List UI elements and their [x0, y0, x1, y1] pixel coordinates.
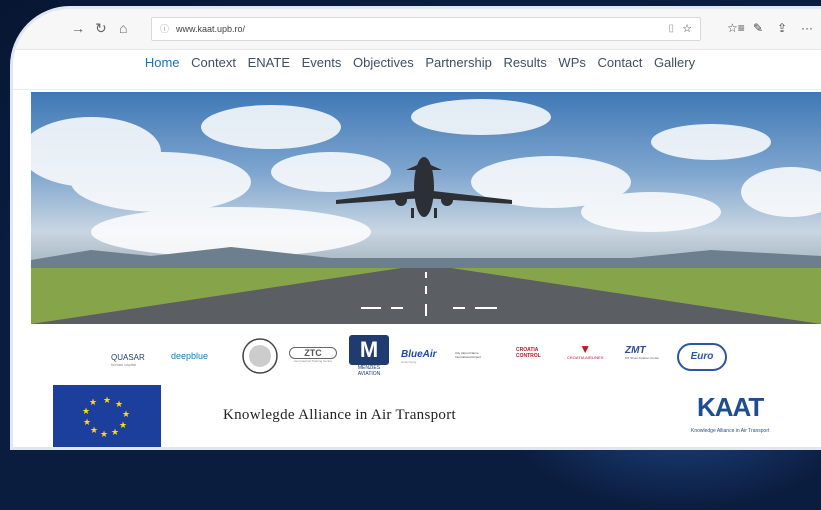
- checker-icon: ▼: [579, 342, 592, 356]
- nav-objectives[interactable]: Objectives: [353, 55, 414, 70]
- menzies-logo[interactable]: M MENZIES AVIATION: [349, 335, 389, 377]
- svg-text:★: ★: [90, 425, 98, 435]
- nav-home[interactable]: Home: [145, 55, 180, 70]
- nav-divider: [13, 89, 821, 90]
- nav-contact[interactable]: Contact: [598, 55, 643, 70]
- page-headline: Knowlegde Alliance in Air Transport: [223, 407, 456, 423]
- browser-toolbar: → ↻ ⌂ ⓘ www.kaat.upb.ro/ ▯ ☆ ☆≡ ✎ ⇪ ···: [13, 9, 821, 50]
- runway-airplane-illustration: [31, 99, 821, 324]
- kaat-brand: KAAT: [697, 392, 764, 422]
- svg-text:★: ★: [122, 409, 130, 419]
- airport-logo[interactable]: City Airport Name International Airport: [455, 351, 481, 359]
- eu-flag: ★ ★ ★ ★ ★ ★ ★ ★ ★ ★: [53, 385, 161, 447]
- kaat-logo[interactable]: KAAT Knowledge Alliance in Air Transport: [687, 390, 799, 446]
- site-navigation: Home Context ENATE Events Objectives Par…: [13, 55, 821, 83]
- deepblue-logo[interactable]: deepblue: [171, 351, 208, 361]
- svg-text:★: ★: [103, 395, 111, 405]
- nav-events[interactable]: Events: [302, 55, 342, 70]
- svg-text:★: ★: [115, 399, 123, 409]
- hero-image: [31, 92, 821, 324]
- browser-window: → ↻ ⌂ ⓘ www.kaat.upb.ro/ ▯ ☆ ☆≡ ✎ ⇪ ··· …: [10, 6, 821, 450]
- partner-logos: QUASAR human capital deepblue ZTC Aerona…: [31, 331, 821, 383]
- nav-context[interactable]: Context: [191, 55, 236, 70]
- nav-enate[interactable]: ENATE: [248, 55, 290, 70]
- croatia-control-logo[interactable]: CROATIA CONTROL: [516, 347, 541, 359]
- nav-wps[interactable]: WPs: [558, 55, 585, 70]
- blueair-logo[interactable]: BlueAir smart flying: [401, 349, 437, 364]
- svg-text:★: ★: [100, 429, 108, 439]
- eu-stars-icon: ★ ★ ★ ★ ★ ★ ★ ★ ★ ★: [82, 395, 130, 439]
- nav-gallery[interactable]: Gallery: [654, 55, 695, 70]
- info-icon[interactable]: ⓘ: [160, 18, 169, 40]
- nav-partnership[interactable]: Partnership: [425, 55, 491, 70]
- svg-text:★: ★: [89, 397, 97, 407]
- favorite-icon[interactable]: ☆: [682, 18, 692, 40]
- ztc-logo[interactable]: ZTC Aeronautical Training Centre: [289, 347, 337, 363]
- more-icon[interactable]: ···: [801, 21, 813, 35]
- quasar-logo[interactable]: QUASAR human capital: [111, 353, 145, 367]
- svg-text:★: ★: [119, 420, 127, 430]
- zmt-logo[interactable]: ZMT MT Shutu Aviation Centre: [625, 345, 659, 360]
- university-seal-logo[interactable]: [241, 337, 279, 377]
- favorites-bar-icon[interactable]: ☆≡: [727, 21, 745, 35]
- eurocontrol-logo[interactable]: Euro: [677, 343, 727, 371]
- home-icon[interactable]: ⌂: [119, 20, 127, 36]
- croatia-airlines-logo[interactable]: ▼ CROATIA AIRLINES: [567, 343, 603, 360]
- reader-view-icon[interactable]: ▯: [668, 18, 674, 40]
- nav-results[interactable]: Results: [503, 55, 546, 70]
- url-text: www.kaat.upb.ro/: [176, 24, 246, 34]
- pen-icon[interactable]: ✎: [753, 21, 763, 35]
- svg-text:★: ★: [83, 417, 91, 427]
- svg-text:★: ★: [82, 406, 90, 416]
- share-icon[interactable]: ⇪: [777, 21, 787, 35]
- kaat-subtitle: Knowledge Alliance in Air Transport: [691, 428, 770, 434]
- svg-text:★: ★: [111, 427, 119, 437]
- refresh-icon[interactable]: ↻: [95, 20, 107, 37]
- address-bar[interactable]: ⓘ www.kaat.upb.ro/ ▯ ☆: [151, 17, 701, 41]
- seal-icon: [242, 338, 278, 374]
- back-icon[interactable]: →: [71, 20, 85, 36]
